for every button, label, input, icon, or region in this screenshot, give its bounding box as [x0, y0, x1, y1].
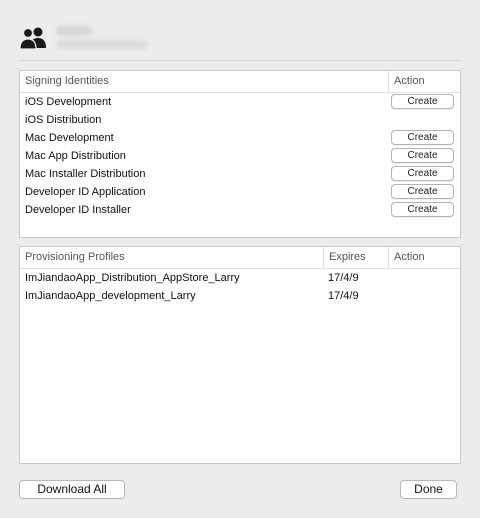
table-row[interactable]: Mac Development Create — [20, 129, 460, 147]
column-header-expires[interactable]: Expires — [323, 247, 388, 269]
column-header-action[interactable]: Action — [388, 71, 460, 93]
identity-name: Mac Development — [25, 132, 114, 144]
header-divider — [18, 60, 462, 61]
column-header-action[interactable]: Action — [388, 247, 460, 269]
identity-name: Mac App Distribution — [25, 150, 126, 162]
account-detail-redacted — [56, 40, 148, 49]
profile-name: ImJiandaoApp_Distribution_AppStore_Larry — [25, 272, 240, 284]
create-button[interactable]: Create — [391, 148, 454, 163]
create-button[interactable]: Create — [391, 94, 454, 109]
create-button[interactable]: Create — [391, 130, 454, 145]
table-row[interactable]: iOS Distribution — [20, 111, 460, 129]
identity-name: Developer ID Application — [25, 186, 146, 198]
column-header-provisioning-profiles[interactable]: Provisioning Profiles — [20, 247, 323, 269]
identity-name: iOS Distribution — [25, 114, 102, 126]
people-icon — [19, 27, 46, 50]
profile-expires: 17/4/9 — [328, 272, 359, 284]
create-button[interactable]: Create — [391, 184, 454, 199]
done-button[interactable]: Done — [400, 480, 457, 499]
table-row[interactable]: ImJiandaoApp_Distribution_AppStore_Larry… — [20, 269, 460, 287]
table-row[interactable]: iOS Development Create — [20, 93, 460, 111]
table-header: Signing Identities Action — [20, 71, 460, 93]
table-row[interactable]: Mac App Distribution Create — [20, 147, 460, 165]
account-name-redacted — [56, 26, 92, 36]
table-row[interactable]: ImJiandaoApp_development_Larry 17/4/9 — [20, 287, 460, 305]
table-header: Provisioning Profiles Expires Action — [20, 247, 460, 269]
profile-expires: 17/4/9 — [328, 290, 359, 302]
account-header — [18, 22, 168, 54]
signing-identities-table: Signing Identities Action iOS Developmen… — [19, 70, 461, 238]
identity-name: Mac Installer Distribution — [25, 168, 146, 180]
provisioning-profiles-table: Provisioning Profiles Expires Action ImJ… — [19, 246, 461, 464]
create-button[interactable]: Create — [391, 202, 454, 217]
identity-name: Developer ID Installer — [25, 204, 131, 216]
table-row[interactable]: Developer ID Installer Create — [20, 201, 460, 219]
table-row[interactable]: Developer ID Application Create — [20, 183, 460, 201]
download-all-button[interactable]: Download All — [19, 480, 125, 499]
table-row[interactable]: Mac Installer Distribution Create — [20, 165, 460, 183]
column-header-signing-identities[interactable]: Signing Identities — [20, 71, 388, 93]
profile-name: ImJiandaoApp_development_Larry — [25, 290, 196, 302]
identity-name: iOS Development — [25, 96, 112, 108]
create-button[interactable]: Create — [391, 166, 454, 181]
